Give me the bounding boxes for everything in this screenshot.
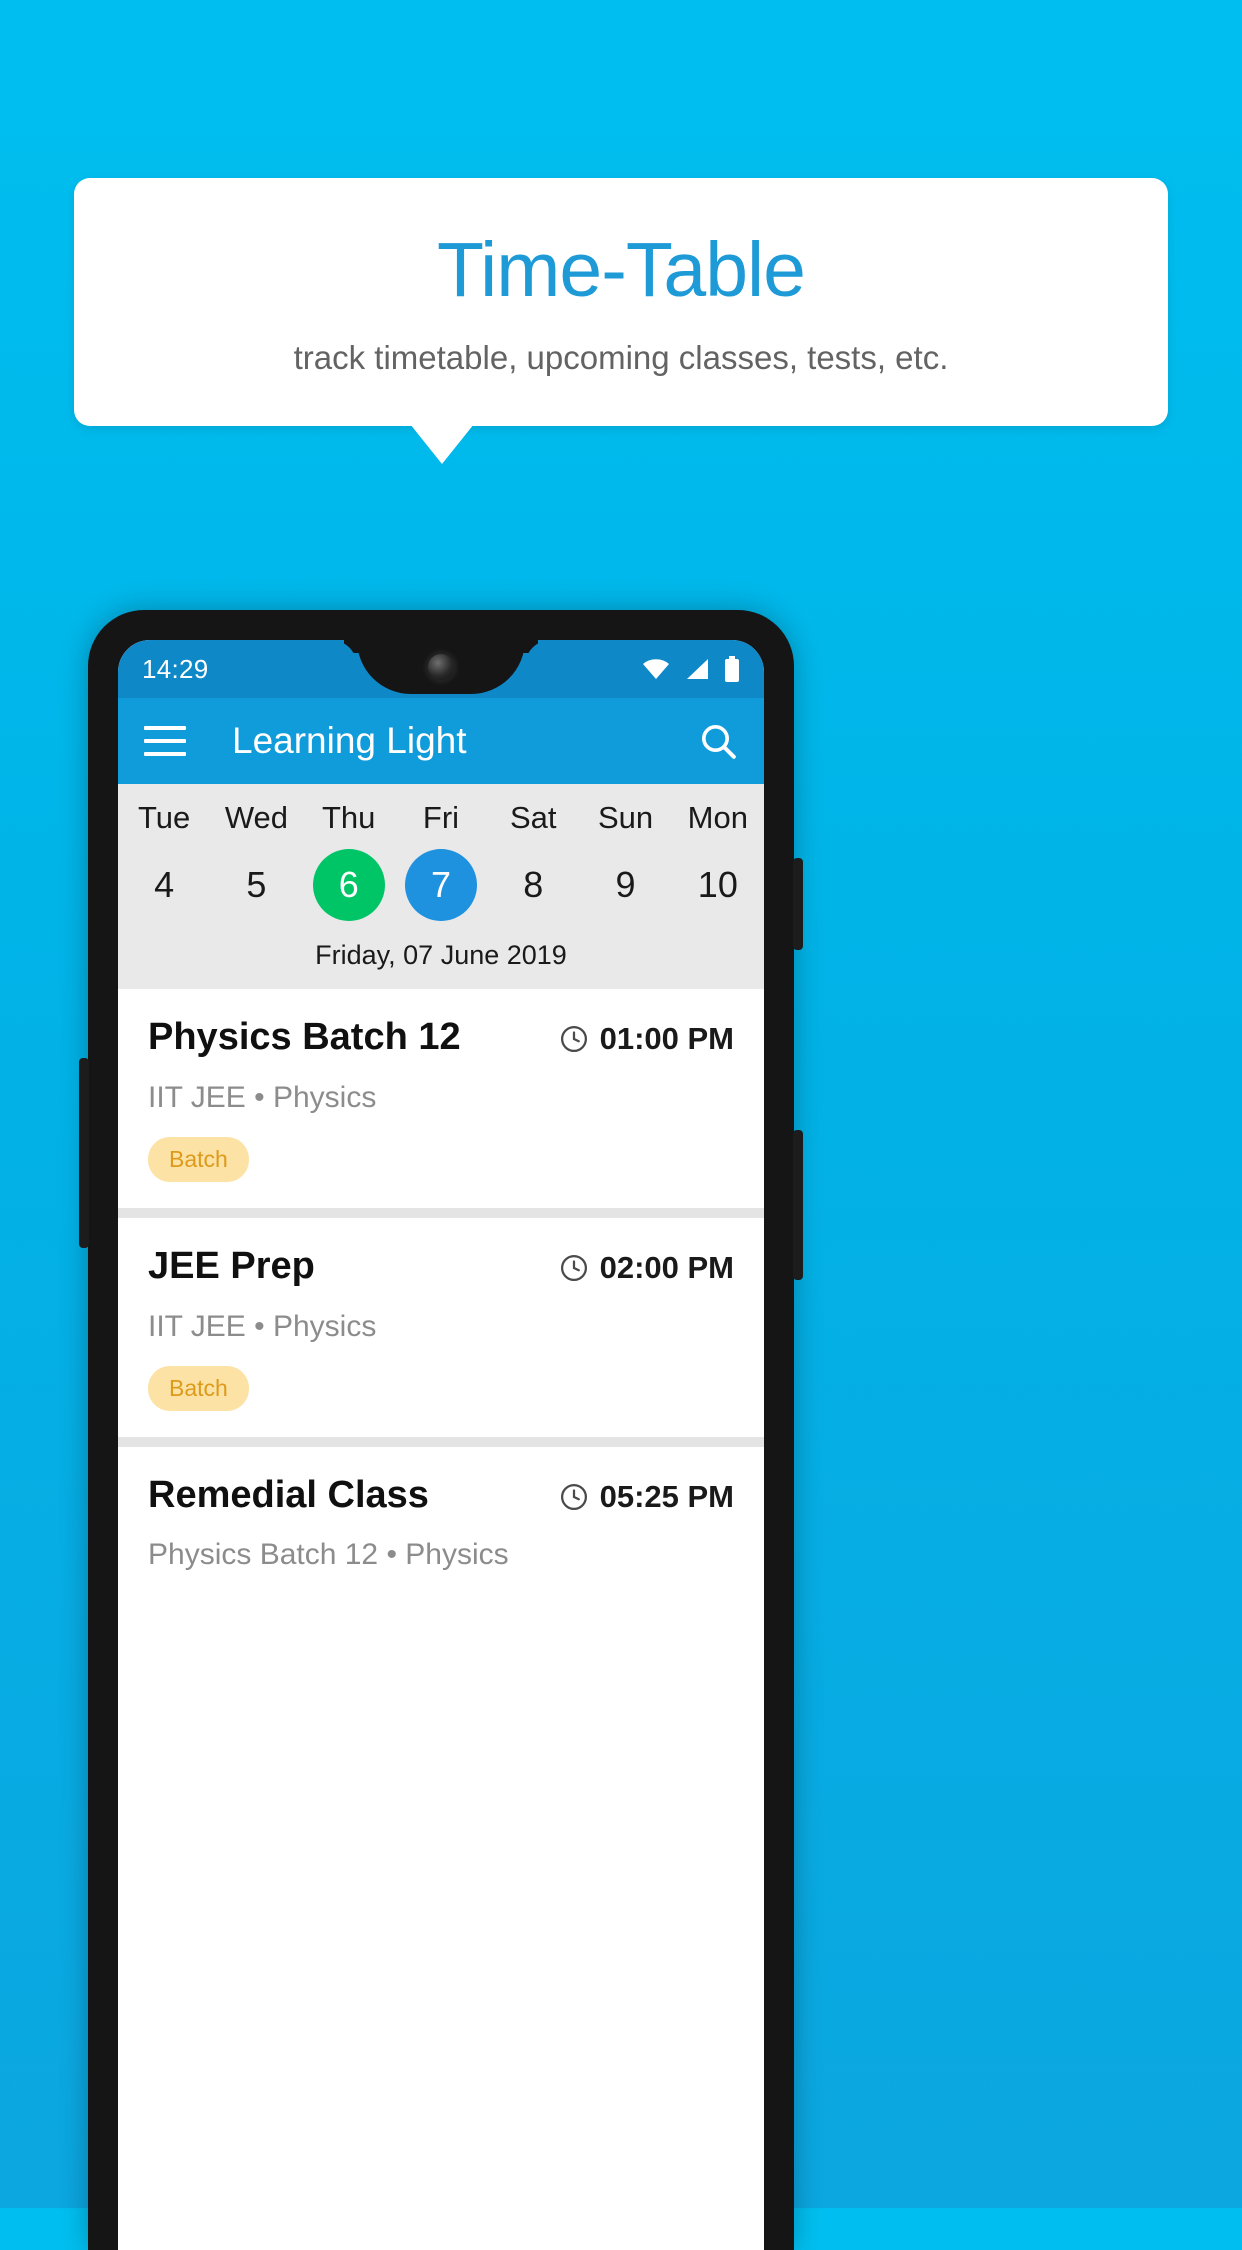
signal-icon: [687, 659, 708, 679]
day-name-cell[interactable]: Fri: [395, 800, 487, 846]
hamburger-menu-icon[interactable]: [144, 726, 186, 756]
day-name-cell[interactable]: Thu: [303, 800, 395, 846]
display-notch: [357, 640, 525, 694]
day-number-cell[interactable]: 10: [672, 846, 764, 924]
clock-icon: [560, 1483, 587, 1510]
day-number-cell[interactable]: 5: [210, 846, 302, 924]
class-card[interactable]: JEE Prep 02:00 PM IIT JEE • Physics Batc…: [118, 1217, 764, 1437]
day-number-cell-today[interactable]: 6: [303, 846, 395, 924]
class-badge: Batch: [148, 1136, 249, 1182]
day-name-cell[interactable]: Tue: [118, 800, 210, 846]
app-bar: Learning Light: [118, 698, 764, 784]
class-subtitle: IIT JEE • Physics: [148, 1309, 377, 1343]
class-title: JEE Prep: [148, 1244, 315, 1287]
phone-mockup: 14:29 Learning Light Tue Wed Thu Fri Sat…: [79, 610, 803, 2250]
phone-side-button-left: [79, 1058, 89, 1248]
phone-power-button: [793, 858, 803, 950]
class-subtitle: IIT JEE • Physics: [148, 1080, 377, 1114]
battery-icon: [725, 656, 739, 682]
clock-icon: [560, 1254, 587, 1281]
day-name-cell[interactable]: Wed: [210, 800, 302, 846]
app-bar-title: Learning Light: [232, 720, 467, 761]
phone-volume-button: [793, 1130, 803, 1280]
front-camera: [428, 654, 454, 680]
class-time-group: 02:00 PM: [559, 1246, 734, 1286]
class-list: Physics Batch 12 01:00 PM IIT JEE • Phys…: [118, 989, 764, 1599]
day-number-cell[interactable]: 8: [487, 846, 579, 924]
search-icon[interactable]: [698, 721, 738, 761]
class-time: 02:00 PM: [599, 1249, 734, 1285]
class-card[interactable]: Physics Batch 12 01:00 PM IIT JEE • Phys…: [118, 989, 764, 1208]
class-title: Physics Batch 12: [148, 1016, 461, 1058]
status-bar-icons: [642, 656, 740, 682]
phone-screen: 14:29 Learning Light Tue Wed Thu Fri Sat…: [118, 640, 764, 2250]
class-badge: Batch: [148, 1365, 249, 1411]
clock-icon: [560, 1026, 587, 1052]
class-time-group: 05:25 PM: [559, 1475, 734, 1515]
week-day-names-row: Tue Wed Thu Fri Sat Sun Mon: [118, 800, 764, 846]
status-bar: 14:29: [118, 640, 764, 698]
status-bar-clock: 14:29: [142, 653, 209, 684]
class-card[interactable]: Remedial Class 05:25 PM Physics Batch 12…: [118, 1446, 764, 1599]
day-name-cell[interactable]: Sat: [487, 800, 579, 846]
week-day-numbers-row: 4 5 6 7 8 9 10: [118, 846, 764, 924]
day-name-cell[interactable]: Mon: [672, 800, 764, 846]
class-time: 05:25 PM: [599, 1478, 734, 1514]
day-number-cell[interactable]: 9: [579, 846, 671, 924]
wifi-icon: [643, 659, 669, 679]
promo-card: Time-Table track timetable, upcoming cla…: [74, 178, 1168, 426]
day-name-cell[interactable]: Sun: [579, 800, 671, 846]
week-calendar-strip: Tue Wed Thu Fri Sat Sun Mon 4 5 6 7 8 9 …: [118, 784, 764, 989]
promo-subtitle: track timetable, upcoming classes, tests…: [293, 339, 949, 376]
class-title: Remedial Class: [148, 1473, 429, 1516]
class-time-group: 01:00 PM: [559, 1017, 734, 1057]
day-number-cell-selected[interactable]: 7: [395, 846, 487, 924]
promo-title: Time-Table: [437, 227, 806, 313]
speech-bubble-tail: [410, 424, 474, 464]
selected-date-label: Friday, 07 June 2019: [315, 940, 567, 970]
class-time: 01:00 PM: [599, 1021, 734, 1056]
class-subtitle: Physics Batch 12 • Physics: [148, 1538, 509, 1572]
day-number-cell[interactable]: 4: [118, 846, 210, 924]
